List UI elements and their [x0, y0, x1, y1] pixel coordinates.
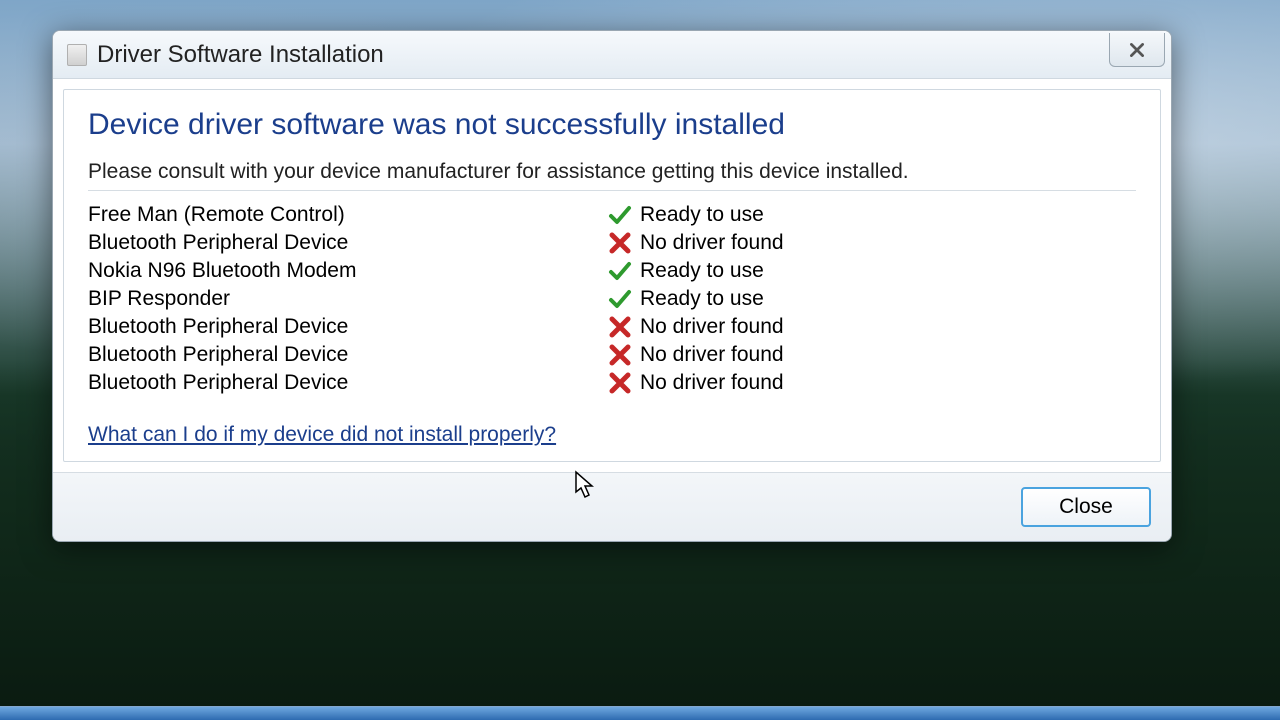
device-status-table: Free Man (Remote Control)Ready to useBlu…	[88, 201, 1136, 397]
window-close-button[interactable]	[1109, 33, 1165, 67]
device-name: Free Man (Remote Control)	[88, 201, 608, 229]
device-status-iconcell	[608, 369, 640, 397]
taskbar[interactable]	[0, 706, 1280, 720]
app-icon	[67, 44, 87, 66]
window-title: Driver Software Installation	[97, 41, 384, 69]
x-icon	[608, 315, 632, 339]
device-status-text: Ready to use	[640, 257, 1136, 285]
x-icon	[608, 371, 632, 395]
driver-install-dialog: Driver Software Installation Device driv…	[52, 30, 1172, 542]
divider	[88, 190, 1136, 191]
device-status-text: Ready to use	[640, 285, 1136, 313]
help-link[interactable]: What can I do if my device did not insta…	[88, 423, 556, 447]
device-row: Nokia N96 Bluetooth Modem Ready to use	[88, 257, 1136, 285]
device-status-iconcell	[608, 285, 640, 313]
close-icon	[1128, 41, 1146, 59]
device-status-text: No driver found	[640, 369, 1136, 397]
device-row: Bluetooth Peripheral Device No driver fou…	[88, 369, 1136, 397]
close-button[interactable]: Close	[1021, 487, 1151, 527]
device-status-text: Ready to use	[640, 201, 1136, 229]
check-icon	[608, 287, 632, 311]
device-status-iconcell	[608, 229, 640, 257]
device-name: BIP Responder	[88, 285, 608, 313]
device-name: Bluetooth Peripheral Device	[88, 341, 608, 369]
check-icon	[608, 203, 632, 227]
titlebar: Driver Software Installation	[53, 31, 1171, 79]
device-row: BIP Responder Ready to use	[88, 285, 1136, 313]
dialog-footer: Close	[53, 472, 1171, 541]
device-name: Bluetooth Peripheral Device	[88, 313, 608, 341]
device-status-iconcell	[608, 341, 640, 369]
x-icon	[608, 231, 632, 255]
device-row: Bluetooth Peripheral Device No driver fou…	[88, 229, 1136, 257]
device-status-text: No driver found	[640, 229, 1136, 257]
check-icon	[608, 259, 632, 283]
device-row: Free Man (Remote Control) Ready to use	[88, 201, 1136, 229]
device-status-iconcell	[608, 257, 640, 285]
device-name: Nokia N96 Bluetooth Modem	[88, 257, 608, 285]
device-row: Bluetooth Peripheral Device No driver fou…	[88, 313, 1136, 341]
device-row: Bluetooth Peripheral Device No driver fou…	[88, 341, 1136, 369]
result-heading: Device driver software was not successfu…	[88, 108, 1136, 142]
device-status-iconcell	[608, 313, 640, 341]
result-subtext: Please consult with your device manufact…	[88, 160, 1136, 184]
device-status-text: No driver found	[640, 341, 1136, 369]
device-status-iconcell	[608, 201, 640, 229]
x-icon	[608, 343, 632, 367]
dialog-content: Device driver software was not successfu…	[63, 89, 1161, 462]
device-status-text: No driver found	[640, 313, 1136, 341]
device-name: Bluetooth Peripheral Device	[88, 369, 608, 397]
device-name: Bluetooth Peripheral Device	[88, 229, 608, 257]
